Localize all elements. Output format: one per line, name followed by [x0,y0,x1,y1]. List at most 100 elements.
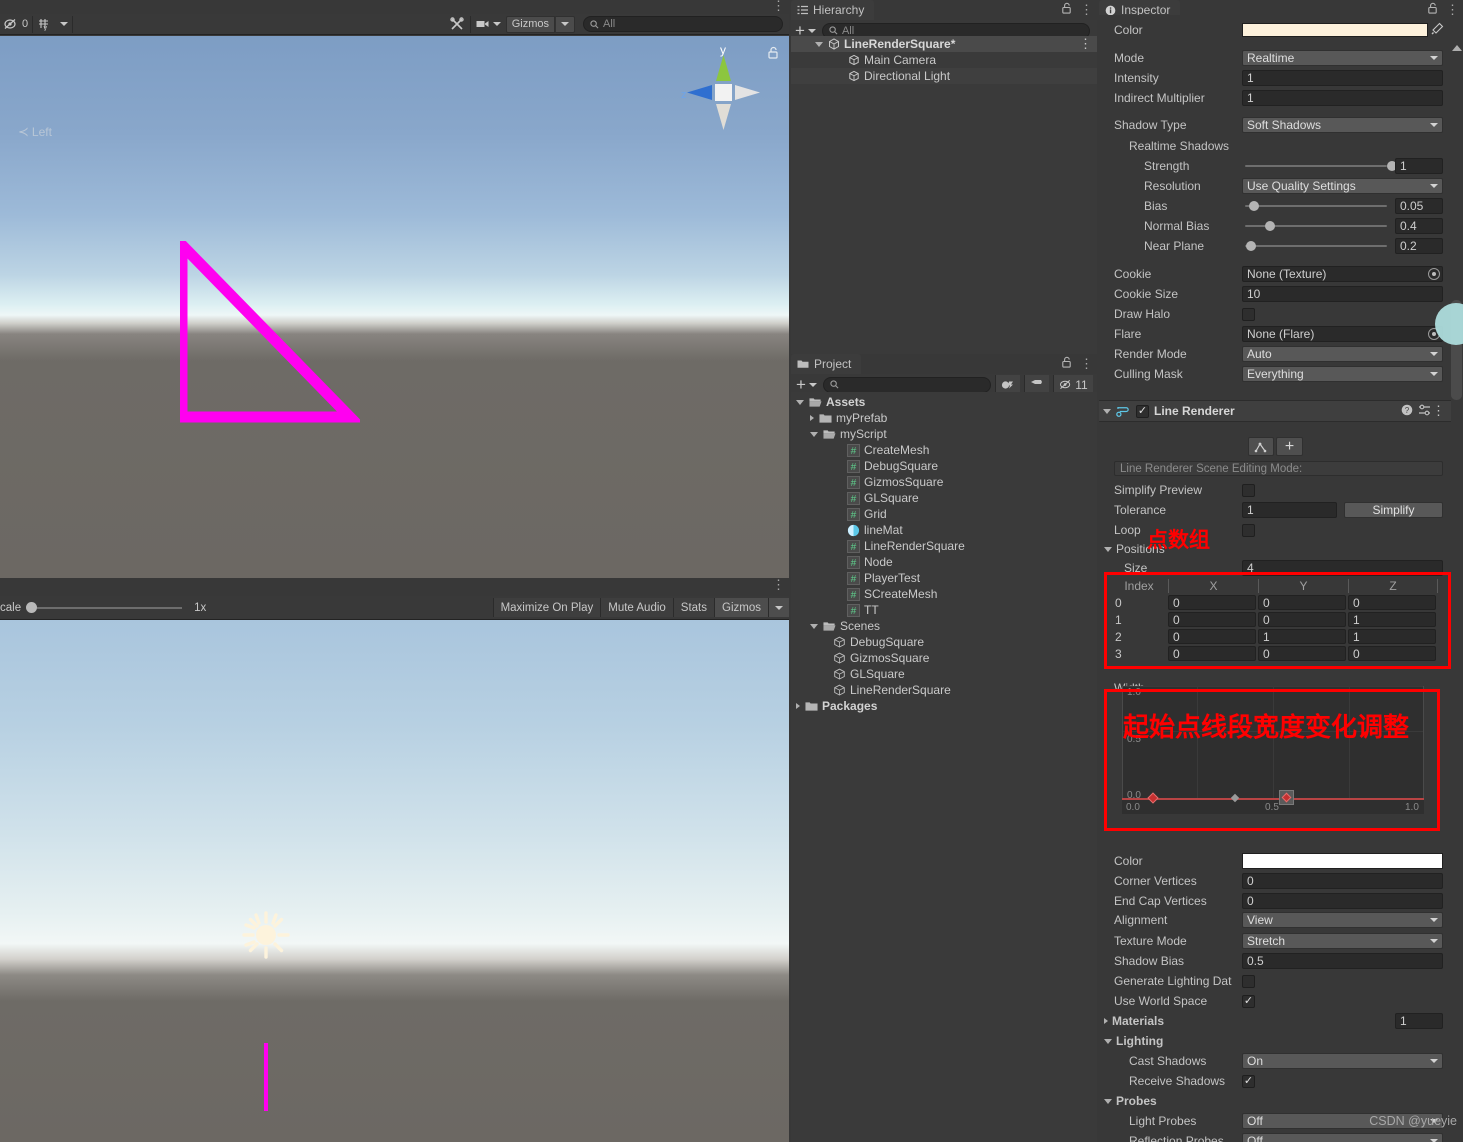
position-cell[interactable]: 0 [1168,595,1256,610]
position-cell[interactable]: 0 [1348,646,1436,661]
positions-size-input[interactable]: 4 [1242,560,1443,576]
project-item[interactable]: # Grid [791,506,1097,522]
position-cell[interactable]: 0 [1348,595,1436,610]
gizmos-button[interactable]: Gizmos [505,15,555,33]
scroll-up-arrow-icon[interactable] [1452,45,1462,51]
project-item[interactable]: # DebugSquare [791,458,1097,474]
game-gizmos-button[interactable]: Gizmos [714,598,768,617]
property-slider[interactable] [1242,238,1390,254]
positions-table-row[interactable]: 2011 [1110,628,1447,645]
project-add-button[interactable]: + [794,376,819,393]
project-item[interactable]: # TT [791,602,1097,618]
width-curve-editor[interactable]: 1.0 0.5 0.0 0.0 0.5 1.0 [1122,686,1424,814]
hierarchy-lock-icon[interactable] [1062,2,1072,17]
chevron-right-icon[interactable] [1104,1018,1108,1024]
chevron-right-icon[interactable] [796,703,800,709]
scene-camera-button[interactable] [471,16,506,33]
project-item[interactable]: # CreateMesh [791,442,1097,458]
scene-search-input[interactable]: All [583,16,783,32]
object-picker-icon[interactable] [1428,268,1440,280]
mute-audio-button[interactable]: Mute Audio [600,598,673,617]
property-dropdown[interactable]: Use Quality Settings [1242,178,1443,194]
line-renderer-menu-icon[interactable]: ⋮ [1432,404,1445,417]
project-item[interactable]: myPrefab [791,410,1097,426]
probes-foldout[interactable]: Probes [1099,1091,1463,1111]
tab-project[interactable]: Project [791,354,862,374]
game-gizmos-dropdown-button[interactable] [768,598,789,617]
project-tree[interactable]: Assets myPrefab myScript # CreateMesh # DebugS… [791,392,1097,1142]
property-object-field[interactable]: None (Flare) [1242,326,1443,342]
add-point-button[interactable]: + [1276,437,1303,456]
positions-table-row[interactable]: 3000 [1110,645,1447,662]
project-item[interactable]: Packages [791,698,1097,714]
materials-foldout[interactable]: Materials 1 [1099,1011,1463,1031]
position-cell[interactable]: 0 [1168,646,1256,661]
game-scale-track[interactable] [37,606,183,609]
property-input[interactable]: 1 [1242,70,1443,86]
stats-button[interactable]: Stats [672,598,715,617]
chevron-down-icon[interactable] [810,623,818,629]
position-cell[interactable]: 1 [1258,629,1346,644]
maximize-on-play-button[interactable]: Maximize On Play [492,598,601,617]
hierarchy-item-main-camera[interactable]: Main Camera [791,52,1097,68]
project-menu-icon[interactable]: ⋮ [1080,357,1093,370]
materials-count-input[interactable]: 1 [1395,1013,1443,1029]
project-item[interactable]: # Node [791,554,1097,570]
grid-dropdown-button[interactable] [56,16,72,33]
position-cell[interactable]: 0 [1258,612,1346,627]
property-checkbox[interactable]: ✓ [1242,994,1255,1008]
simplify-button[interactable]: Simplify [1344,502,1443,518]
scene-view-menu-icon[interactable]: ⋮ [772,0,785,12]
chevron-down-icon[interactable] [1104,546,1112,552]
curve-key-1[interactable] [1230,793,1240,803]
preset-icon[interactable] [1418,404,1431,419]
project-item[interactable]: # PlayerTest [791,570,1097,586]
positions-table[interactable]: Index X Y Z 0000100120113000 [1110,577,1447,662]
property-dropdown[interactable]: Soft Shadows [1242,117,1443,133]
loop-checkbox[interactable] [1242,523,1255,537]
position-cell[interactable]: 0 [1168,612,1256,627]
project-search-input[interactable] [822,376,991,393]
property-slider[interactable] [1242,158,1397,174]
chevron-down-icon[interactable] [810,431,818,437]
line-renderer-component-header[interactable]: ✓ Line Renderer ? ⋮ [1099,400,1451,422]
hierarchy-menu-icon[interactable]: ⋮ [1080,3,1093,16]
chevron-right-icon[interactable] [810,415,814,421]
positions-table-row[interactable]: 1001 [1110,611,1447,628]
light-color-swatch[interactable] [1242,23,1428,37]
lighting-foldout[interactable]: Lighting [1099,1031,1463,1051]
property-object-field[interactable]: None (Texture) [1242,266,1443,282]
positions-table-row[interactable]: 0000 [1110,594,1447,611]
position-cell[interactable]: 1 [1348,629,1436,644]
project-item[interactable]: # GizmosSquare [791,474,1097,490]
grid-visibility-button[interactable]: y [33,16,56,33]
property-dropdown[interactable]: Everything [1242,366,1443,382]
position-cell[interactable]: 0 [1168,629,1256,644]
hierarchy-item-directional-light[interactable]: Directional Light [791,68,1097,84]
property-slider-value[interactable]: 0.4 [1395,218,1443,234]
gizmos-dropdown-button[interactable] [555,15,575,33]
property-slider-value[interactable]: 0.05 [1395,198,1443,214]
game-scale-slider[interactable]: cale 1x [0,602,206,614]
project-item[interactable]: GLSquare [791,666,1097,682]
property-slider[interactable] [1242,198,1390,214]
property-input[interactable]: 10 [1242,286,1443,302]
eyedropper-icon[interactable] [1430,22,1444,39]
property-input[interactable]: 0 [1242,873,1443,889]
chevron-down-icon[interactable] [815,41,823,47]
hierarchy-item-linerendersquare[interactable]: LineRenderSquare* ⋮ [791,36,1097,52]
property-slider[interactable] [1242,218,1390,234]
tolerance-input[interactable]: 1 [1242,502,1337,518]
reflection-probes-dropdown[interactable]: Off [1242,1133,1443,1142]
project-item[interactable]: lineMat [791,522,1097,538]
property-checkbox[interactable] [1242,974,1255,988]
inspector-menu-icon[interactable]: ⋮ [1446,3,1459,16]
property-dropdown[interactable]: Auto [1242,346,1443,362]
property-input[interactable]: 1 [1242,90,1443,106]
position-cell[interactable]: 1 [1348,612,1436,627]
scene-gizmo-lock-icon[interactable] [768,46,779,62]
project-lock-icon[interactable] [1062,356,1072,371]
scene-orientation-gizmo[interactable]: y z [679,41,769,151]
receive-shadows-checkbox[interactable]: ✓ [1242,1074,1255,1088]
property-dropdown[interactable]: View [1242,912,1443,928]
